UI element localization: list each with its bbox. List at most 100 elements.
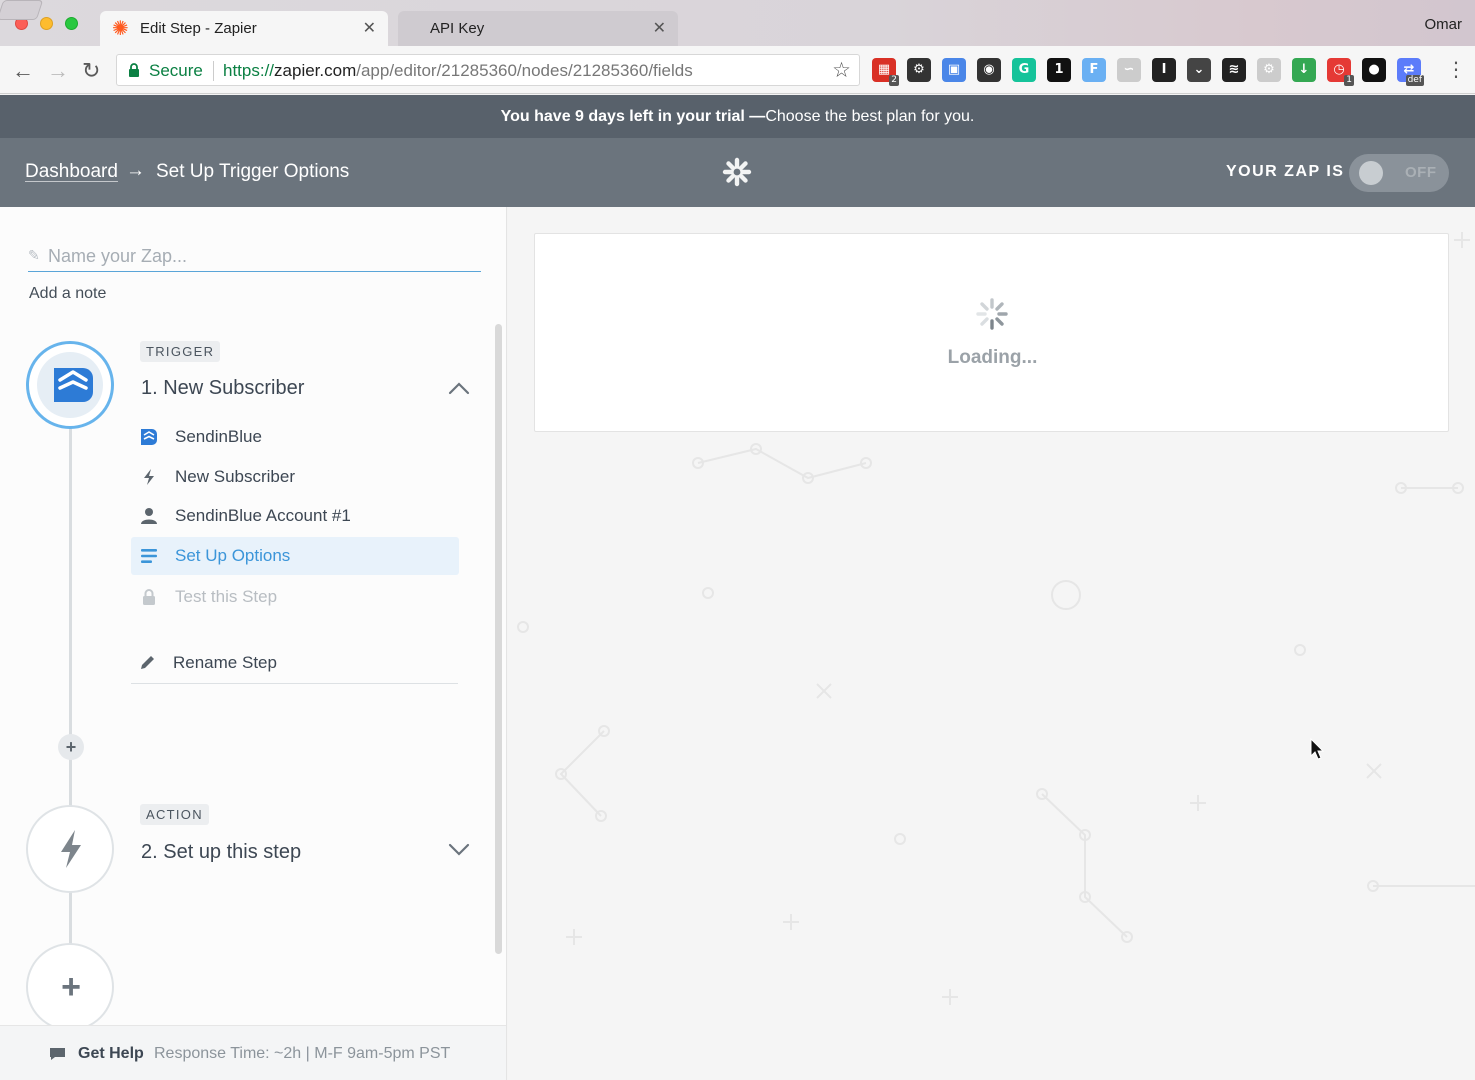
toggle-knob: [1359, 161, 1383, 185]
zapier-logo-icon[interactable]: [722, 157, 752, 187]
action-step-icon-button[interactable]: [26, 805, 114, 893]
reload-icon[interactable]: ↻: [82, 58, 100, 84]
add-step-button[interactable]: +: [26, 943, 114, 1031]
editor-sidebar: ✎ Add a note TRIGGER 1. New Subscriber S…: [0, 207, 507, 1080]
rename-step-button[interactable]: Rename Step: [129, 644, 457, 682]
extension-badge: 2: [889, 75, 899, 86]
forward-arrow-icon[interactable]: →: [47, 58, 69, 84]
lock-icon: [143, 589, 155, 605]
url-host: zapier.com: [274, 61, 357, 80]
instapaper-icon[interactable]: I: [1152, 58, 1176, 82]
url-path: /app/editor/21285360/nodes/21285360/fiel…: [356, 61, 693, 80]
tab-edit-step[interactable]: ✺ Edit Step - Zapier ✕: [100, 11, 388, 46]
extensions-bar: ▦ 2 ⚙ ▣ ◉ G 1 F ∽ I ⌄ ≋ ⚙ ↓ ◷ 1 ● ⇄ def: [872, 58, 1424, 86]
swirl-icon[interactable]: ∽: [1117, 58, 1141, 82]
sidebar-item-app[interactable]: SendinBlue: [131, 418, 459, 456]
zap-status-label: YOUR ZAP IS: [1226, 163, 1345, 180]
more-menu-icon[interactable]: ⋮: [1446, 60, 1466, 80]
loading-card: Loading...: [534, 233, 1449, 432]
help-bar: Get Help Response Time: ~2h | M-F 9am-5p…: [0, 1025, 506, 1080]
sidebar-item-set-up-options[interactable]: Set Up Options: [131, 537, 459, 575]
breadcrumb-current: Set Up Trigger Options: [156, 161, 350, 182]
maximize-window-button[interactable]: [65, 17, 78, 30]
zap-name-input[interactable]: [48, 242, 468, 270]
pencil-icon: [141, 656, 154, 669]
download-icon[interactable]: ↓: [1292, 58, 1316, 82]
pencil-icon: ✎: [28, 247, 40, 263]
buffer-icon[interactable]: ≋: [1222, 58, 1246, 82]
zap-name-field: ✎: [28, 241, 481, 272]
sidebar-item-label: SendinBlue Account #1: [175, 506, 351, 525]
sidebar-item-label: Test this Step: [175, 587, 278, 606]
get-help-link[interactable]: Get Help: [78, 1045, 144, 1063]
camera-icon[interactable]: ◉: [977, 58, 1001, 82]
trigger-step-icon-button[interactable]: [26, 341, 114, 429]
calendar-icon[interactable]: ▦ 2: [872, 58, 899, 86]
bookmark-star-icon[interactable]: ☆: [832, 58, 851, 83]
response-time-text: Response Time: ~2h | M-F 9am-5pm PST: [154, 1045, 451, 1062]
extension-badge: 1: [1344, 75, 1354, 86]
trigger-badge: TRIGGER: [140, 341, 221, 362]
zap-on-off-toggle[interactable]: OFF: [1349, 154, 1449, 192]
new-tab-button[interactable]: [0, 0, 44, 20]
cog-light-icon[interactable]: ⚙: [1257, 58, 1281, 82]
sidebar-item-trigger-event[interactable]: New Subscriber: [131, 458, 459, 496]
add-note-link[interactable]: Add a note: [29, 285, 106, 303]
tab-title: API Key: [430, 20, 485, 37]
url-text[interactable]: https://zapier.com/app/editor/21285360/n…: [223, 61, 693, 81]
rename-step-label: Rename Step: [173, 653, 277, 672]
define-icon[interactable]: ⇄ def: [1397, 58, 1424, 86]
plus-icon: +: [61, 968, 81, 1006]
action-badge: ACTION: [140, 804, 209, 825]
breadcrumb-arrow: →: [126, 160, 145, 181]
rename-divider: [131, 683, 458, 684]
sidebar-item-test-step[interactable]: Test this Step: [131, 578, 459, 616]
zapier-asterisk-icon: ✺: [112, 18, 129, 40]
mouse-cursor-icon: [1310, 738, 1325, 760]
secure-label: Secure: [149, 61, 203, 80]
back-arrow-icon[interactable]: ←: [12, 58, 34, 84]
trial-banner[interactable]: You have 9 days left in your trial —Choo…: [0, 95, 1475, 138]
bolt-icon: [61, 830, 81, 868]
editor-canvas: Loading...: [508, 207, 1475, 1080]
sidebar-item-account[interactable]: SendinBlue Account #1: [131, 497, 459, 535]
sidebar-item-label: Set Up Options: [175, 546, 291, 565]
lock-icon: [129, 63, 139, 77]
spinner-icon: [976, 298, 1008, 330]
step-timeline-line: [69, 427, 72, 1027]
loading-text: Loading...: [947, 347, 1038, 368]
list-icon: [141, 549, 157, 563]
gear-icon[interactable]: ⚙: [907, 58, 931, 82]
insert-step-plus-icon[interactable]: +: [58, 734, 84, 760]
font-icon[interactable]: F: [1082, 58, 1106, 82]
pocket-icon[interactable]: ⌄: [1187, 58, 1211, 82]
trial-days-text: You have 9 days left in your trial —: [500, 108, 766, 125]
sidebar-item-label: New Subscriber: [175, 467, 295, 486]
window-icon[interactable]: ▣: [942, 58, 966, 82]
action-step-title[interactable]: 2. Set up this step: [141, 841, 301, 864]
stopwatch-icon[interactable]: ◷ 1: [1327, 58, 1354, 86]
url-scheme: https://: [223, 61, 275, 80]
breadcrumb-dashboard-link[interactable]: Dashboard: [25, 161, 118, 183]
user-icon: [141, 508, 157, 524]
onepassword-icon[interactable]: 1: [1047, 58, 1071, 82]
close-icon[interactable]: ✕: [363, 18, 376, 38]
choose-plan-link[interactable]: Choose the best plan for you.: [765, 108, 974, 125]
chat-bubble-icon: [50, 1048, 65, 1060]
sendinblue-icon: [141, 429, 157, 445]
sidebar-scrollbar[interactable]: [495, 324, 502, 954]
omnibox-divider: [213, 61, 214, 81]
ninja-icon[interactable]: ●: [1362, 58, 1386, 82]
grammarly-icon[interactable]: G: [1012, 58, 1036, 82]
browser-titlebar: ✺ Edit Step - Zapier ✕ API Key ✕ Omar: [0, 0, 1475, 46]
tab-api-key[interactable]: API Key ✕: [398, 11, 678, 46]
sidebar-item-label: SendinBlue: [175, 427, 262, 446]
chevron-up-icon[interactable]: [448, 381, 470, 395]
close-icon[interactable]: ✕: [653, 18, 666, 38]
profile-name[interactable]: Omar: [1425, 16, 1463, 33]
trigger-step-title[interactable]: 1. New Subscriber: [141, 377, 304, 400]
address-bar[interactable]: Secure https://zapier.com/app/editor/212…: [116, 54, 860, 86]
chevron-down-icon[interactable]: [448, 843, 470, 857]
minimize-window-button[interactable]: [40, 17, 53, 30]
extension-badge: def: [1405, 75, 1424, 86]
